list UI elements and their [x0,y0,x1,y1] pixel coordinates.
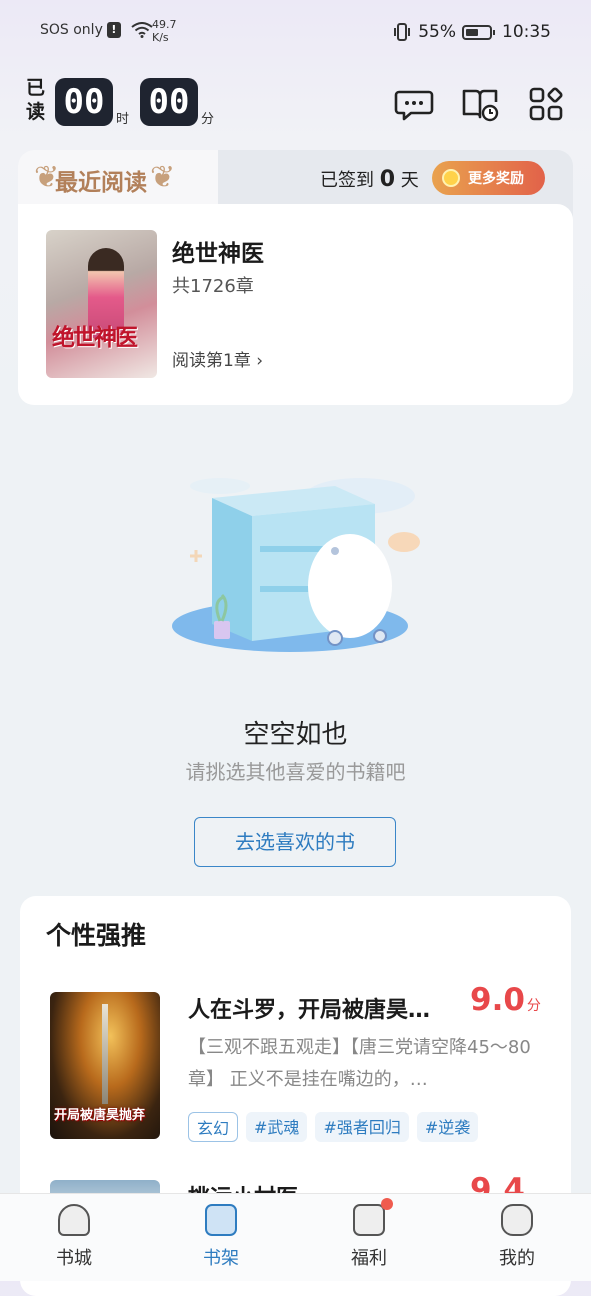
tag-item[interactable]: #武魂 [246,1112,308,1142]
notification-dot [381,1198,393,1210]
continue-reading-link[interactable]: 阅读第1章 › [172,346,263,371]
nav-label: 书城 [56,1248,92,1269]
chevron-right-icon: › [256,351,264,371]
nav-label: 福利 [351,1248,387,1269]
status-bar: SOS only ! 49.7 K/s 55% 10:35 [0,0,591,66]
bookshelf-icon [205,1204,237,1236]
hours-unit: 时 [116,112,130,127]
empty-subtitle: 请挑选其他喜爱的书籍吧 [185,760,406,784]
sos-alert-icon: ! [106,22,121,38]
message-icon[interactable] [394,84,434,124]
cover-title-art: 绝世神医 [52,324,138,351]
score-value: 9.0 [470,982,525,1018]
net-speed-unit: K/s [152,31,169,44]
signin-suffix: 天 [400,170,419,191]
more-rewards-button[interactable]: 更多奖励 [432,161,545,195]
tag-item[interactable]: #逆袭 [416,1112,479,1142]
cover-sword-art [102,1004,108,1104]
vibrate-icon [394,23,411,41]
nav-bookshelf[interactable]: 书架 [166,1204,276,1270]
carrier-text: SOS only [40,22,103,38]
recommend-book-desc[interactable]: 【三观不跟五观走】【唐三党请空降45～80章】 正义不是挂在嘴边的，… [188,1032,538,1096]
book-clock-icon[interactable] [460,84,500,124]
recommend-book-title[interactable]: 人在斗罗，开局被唐昊… [188,992,458,1024]
score-unit: 分 [526,998,541,1014]
read-minutes: 00 [140,78,198,126]
read-hours: 00 [55,78,113,126]
network-speed: 49.7 K/s [152,18,177,44]
recommend-title: 个性强推 [46,921,147,950]
book-cover[interactable]: 开局被唐昊抛弃 [50,992,160,1139]
book-score: 9.0 分 [470,982,541,1018]
gift-envelope-icon [353,1198,393,1236]
profile-icon [501,1204,533,1236]
clock: 10:35 [502,22,551,42]
bookstore-icon [58,1204,90,1236]
nav-label: 书架 [203,1248,239,1269]
nav-label: 我的 [499,1248,535,1269]
system-status: 55% 10:35 [392,22,551,42]
pick-books-button[interactable]: 去选喜欢的书 [194,817,396,867]
nav-welfare[interactable]: 福利 [314,1198,424,1270]
recent-book-title[interactable]: 绝世神医 [172,234,264,268]
read-time-label: 已读 [26,77,46,123]
carrier-status: SOS only ! [40,22,153,38]
book-cover[interactable]: 绝世神医 [46,230,157,378]
signin-prefix: 已签到 [320,170,374,191]
tag-list: 玄幻 #武魂 #强者回归 #逆袭 [188,1112,479,1142]
continue-reading-label: 阅读第1章 [172,351,251,371]
nav-bookstore[interactable]: 书城 [19,1204,129,1270]
battery-percent: 55% [418,22,456,42]
battery-icon [462,24,495,40]
empty-shelf-illustration [172,478,420,652]
recent-reading-title: 最近阅读 [55,170,147,196]
nav-profile[interactable]: 我的 [462,1204,572,1270]
cover-title-art: 开局被唐昊抛弃 [54,1108,146,1123]
net-speed-value: 49.7 [152,18,177,31]
wifi-icon [131,22,153,38]
empty-title: 空空如也 [243,720,348,750]
coin-icon [442,169,460,187]
apps-grid-icon[interactable] [526,84,566,124]
laurel-right-icon: ❦ [150,160,176,195]
tag-item[interactable]: #强者回归 [315,1112,409,1142]
minutes-unit: 分 [201,112,215,127]
signin-status: 已签到 0 天 [320,166,419,192]
tag-genre[interactable]: 玄幻 [188,1112,239,1142]
signin-days: 0 [379,167,396,192]
more-rewards-label: 更多奖励 [468,171,524,187]
recent-book-chapters: 共1726章 [172,276,254,297]
